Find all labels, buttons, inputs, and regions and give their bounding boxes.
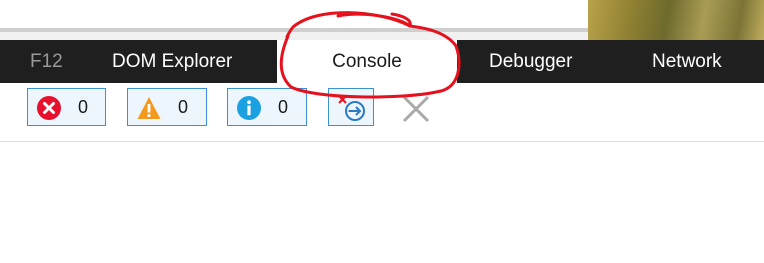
page-photo: [588, 0, 764, 40]
tab-debugger[interactable]: Debugger: [489, 40, 572, 83]
warnings-filter-button[interactable]: 0: [127, 88, 207, 126]
message-count: 0: [278, 97, 289, 117]
errors-filter-button[interactable]: 0: [27, 88, 106, 126]
clear-x-icon[interactable]: [398, 94, 434, 124]
console-toolbar: 0 0 0: [0, 83, 764, 141]
page-divider: [0, 28, 590, 32]
clear-on-navigate-icon: [338, 95, 365, 121]
devtools-tab-bar: F12 DOM Explorer Console Debugger Networ…: [0, 40, 764, 83]
warning-icon: [137, 97, 161, 119]
messages-filter-button[interactable]: 0: [227, 88, 307, 126]
error-icon: [37, 96, 61, 120]
error-count: 0: [78, 97, 89, 117]
tab-network[interactable]: Network: [652, 40, 722, 83]
console-output-area[interactable]: [0, 142, 764, 263]
tab-dom-explorer[interactable]: DOM Explorer: [112, 40, 232, 83]
webpage-strip: [0, 0, 764, 40]
warning-count: 0: [178, 97, 189, 117]
f12-label: F12: [30, 51, 63, 72]
info-icon: [237, 96, 261, 120]
webpage-content: [0, 0, 590, 28]
tab-console[interactable]: Console: [277, 40, 457, 83]
clear-on-navigate-button[interactable]: [328, 88, 374, 126]
